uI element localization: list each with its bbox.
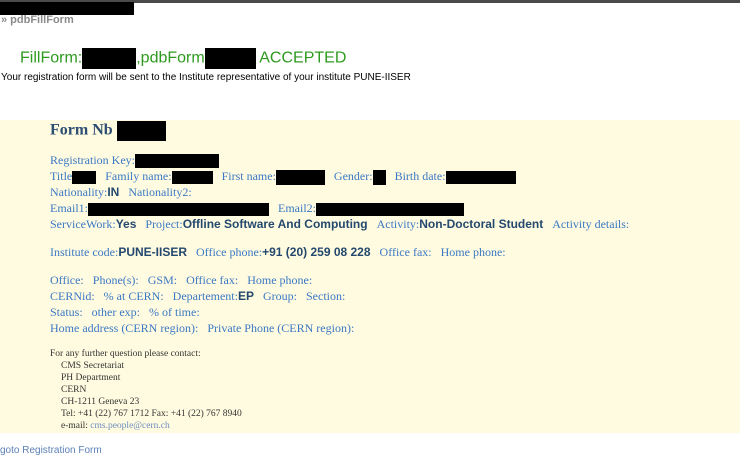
label-gender: Gender:: [333, 169, 373, 183]
banner-prefix: FillForm:: [20, 49, 83, 67]
label-pct-cern: % at CERN:: [103, 289, 164, 303]
value-activity: Non-Doctoral Student: [419, 217, 544, 231]
contact-line: CERN: [61, 385, 87, 395]
redacted-email2: [316, 202, 464, 216]
banner-middle: ,pdbForm: [136, 49, 205, 67]
value-project: Offline Software And Computing: [182, 217, 368, 231]
label-pct-time: % of time:: [149, 305, 200, 319]
redacted-form-id: [82, 48, 137, 69]
redacted-first-name: [275, 169, 325, 185]
label-registration-key: Registration Key:: [50, 153, 135, 167]
submission-status-banner: FillForm: ,pdbForm ACCEPTED: [20, 48, 346, 69]
label-family-name: Family name:: [105, 169, 172, 183]
label-project: Project:: [145, 217, 183, 231]
label-gsm: GSM:: [147, 273, 178, 287]
label-home-phone: Home phone:: [440, 245, 506, 259]
label-phones: Phone(s):: [92, 273, 139, 287]
contact-line: CH-1211 Geneva 23: [61, 397, 140, 407]
row-address: Home address (CERN region): Private Phone…: [50, 321, 354, 336]
redacted-gender: [372, 169, 386, 185]
contact-line: PH Department: [61, 373, 121, 383]
form-title: Form Nb: [50, 121, 166, 141]
redacted-form-number: [116, 121, 166, 141]
goto-registration-form-link[interactable]: goto Registration Form: [0, 445, 102, 456]
row-nationality: Nationality:IN Nationality2:: [50, 185, 192, 200]
contact-email-link[interactable]: cms.people@cern.ch: [90, 421, 169, 431]
row-registration-key: Registration Key:: [50, 153, 219, 169]
label-service-work: ServiceWork:: [50, 217, 116, 231]
value-department: EP: [237, 289, 254, 303]
value-institute-code: PUNE-IISER: [118, 245, 188, 259]
label-status: Status:: [50, 305, 83, 319]
label-email1: Email1:: [50, 201, 88, 215]
label-other-exp: other exp:: [91, 305, 140, 319]
label-email2: Email2:: [278, 201, 316, 215]
label-home-phone-2: Home phone:: [247, 273, 313, 287]
redacted-family-name: [171, 170, 213, 184]
label-activity-details: Activity details:: [552, 217, 630, 231]
contact-intro: For any further question please contact:: [50, 349, 201, 359]
row-email: Email1: Email2:: [50, 201, 464, 216]
row-work: ServiceWork:Yes Project:Offline Software …: [50, 217, 629, 232]
label-cernid: CERNid:: [50, 289, 95, 303]
redacted-pdb-id: [204, 48, 256, 69]
contact-email-row: e-mail: cms.people@cern.ch: [61, 421, 170, 431]
row-office: Office: Phone(s): GSM: Office fax: Home phon…: [50, 273, 312, 288]
label-home-address: Home address (CERN region):: [50, 321, 199, 335]
label-private-phone: Private Phone (CERN region):: [207, 321, 355, 335]
registration-notice: Your registration form will be sent to t…: [1, 72, 411, 83]
contact-line: CMS Secretariat: [61, 361, 125, 371]
label-nationality2: Nationality2:: [128, 185, 192, 199]
label-first-name: First name:: [221, 169, 276, 183]
label-office-fax-2: Office fax:: [186, 273, 239, 287]
value-service-work: Yes: [115, 217, 137, 231]
row-institute: Institute code:PUNE-IISER Office phone:+9…: [50, 245, 506, 260]
label-office-phone: Office phone:: [196, 245, 263, 259]
row-identity: Title Family name: First name: Gender: Birth…: [50, 169, 516, 185]
value-office-phone: +91 (20) 259 08 228: [262, 245, 371, 259]
redacted-email1: [88, 202, 269, 216]
form-title-label: Form Nb: [50, 121, 113, 139]
label-section: Section:: [306, 289, 346, 303]
redacted-title: [72, 170, 97, 184]
redacted-birth-date: [445, 170, 516, 184]
row-cern: CERNid: % at CERN: Departement:EP Group: Sec…: [50, 289, 345, 304]
label-institute-code: Institute code:: [50, 245, 119, 259]
contact-email-label: e-mail:: [61, 421, 88, 431]
row-status: Status: other exp: % of time:: [50, 305, 200, 320]
value-nationality: IN: [107, 185, 120, 199]
status-badge: ACCEPTED: [259, 49, 347, 67]
label-activity: Activity:: [376, 217, 420, 231]
label-office-fax: Office fax:: [379, 245, 432, 259]
label-nationality: Nationality:: [50, 185, 108, 199]
label-office: Office:: [50, 273, 84, 287]
redacted-registration-key: [134, 154, 219, 169]
label-group: Group:: [263, 289, 297, 303]
label-department: Departement:: [172, 289, 238, 303]
contact-line: Tel: +41 (22) 767 1712 Fax: +41 (22) 767…: [61, 409, 242, 419]
label-title: Title: [50, 169, 73, 183]
label-birth-date: Birth date:: [394, 169, 446, 183]
breadcrumb[interactable]: » pdbFillForm: [1, 14, 74, 26]
